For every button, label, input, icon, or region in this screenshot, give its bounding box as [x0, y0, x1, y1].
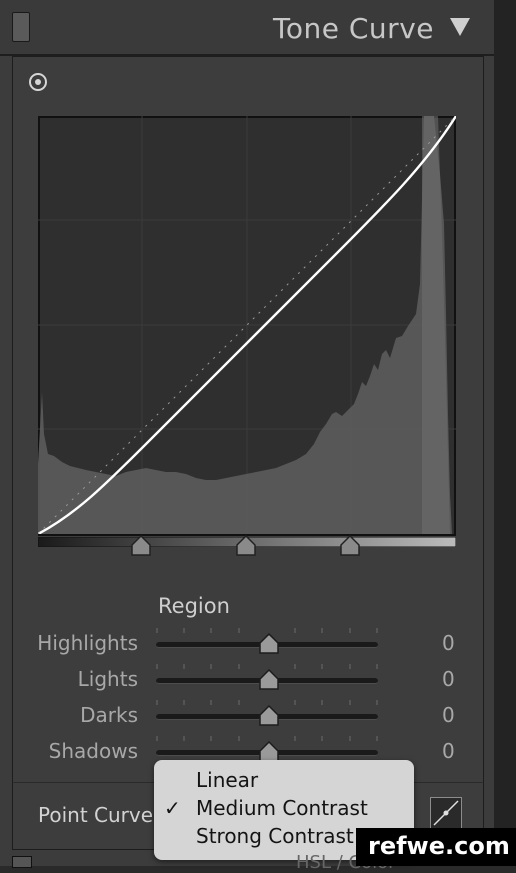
split-handle-midtones[interactable] — [233, 535, 259, 557]
collapse-triangle-icon[interactable] — [450, 18, 470, 36]
split-handle-highlights[interactable] — [337, 535, 363, 557]
region-title: Region — [158, 594, 230, 618]
slider-value-lights[interactable]: 0 — [442, 667, 455, 691]
slider-label-darks: Darks — [80, 703, 138, 727]
checkmark-icon: ✓ — [164, 796, 181, 820]
slider-value-darks[interactable]: 0 — [442, 703, 455, 727]
watermark-text: refwe.com — [368, 832, 510, 860]
panel-toggle-switch[interactable] — [12, 12, 30, 42]
slider-label-lights: Lights — [77, 667, 138, 691]
next-panel-toggle[interactable] — [12, 856, 32, 868]
panel-header[interactable]: Tone Curve — [0, 0, 494, 56]
slider-value-highlights[interactable]: 0 — [442, 631, 455, 655]
slider-label-shadows: Shadows — [48, 739, 138, 763]
point-curve-label: Point Curve — [38, 803, 154, 827]
target-adjustment-icon[interactable] — [29, 73, 47, 91]
watermark: refwe.com — [356, 828, 516, 866]
slider-tick-marks — [156, 628, 378, 741]
split-handle-shadows[interactable] — [128, 535, 154, 557]
menu-item-strong-contrast[interactable]: Strong Contrast — [196, 824, 354, 848]
panel-title: Tone Curve — [273, 12, 434, 45]
slider-label-highlights: Highlights — [37, 631, 138, 655]
curve-canvas[interactable] — [36, 114, 458, 538]
scroll-gutter — [494, 0, 516, 866]
menu-item-medium-contrast[interactable]: Medium Contrast — [196, 796, 368, 820]
menu-item-linear[interactable]: Linear — [196, 768, 258, 792]
point-curve-edit-icon[interactable] — [430, 797, 462, 829]
slider-value-shadows[interactable]: 0 — [442, 739, 455, 763]
